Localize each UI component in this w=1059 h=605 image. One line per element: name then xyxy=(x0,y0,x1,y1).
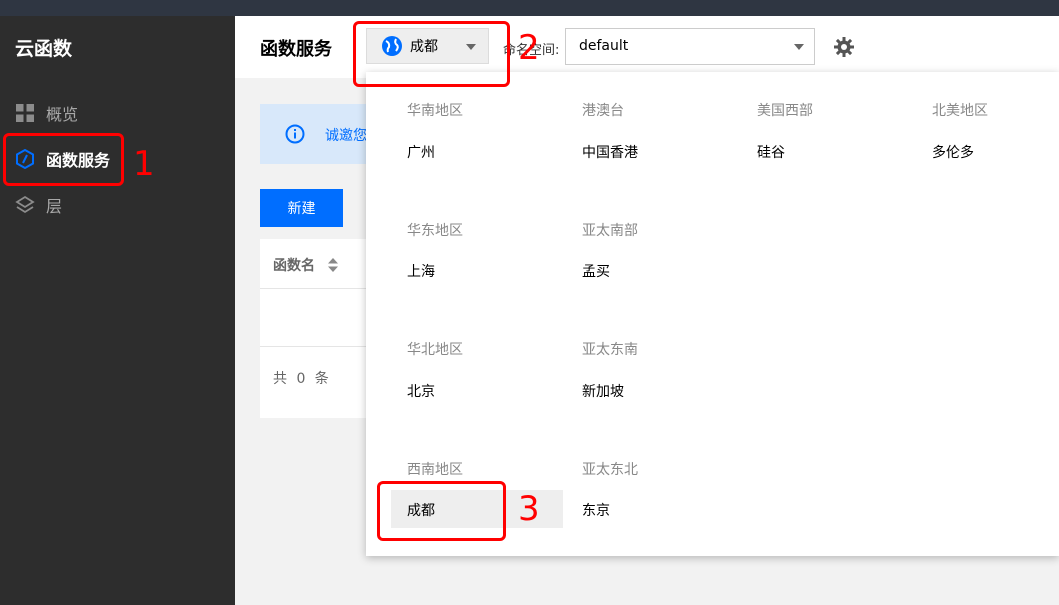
top-bar xyxy=(0,0,1059,16)
region-option-guangzhou[interactable]: 广州 xyxy=(407,142,435,162)
region-option-hongkong[interactable]: 中国香港 xyxy=(582,142,638,162)
region-group-label: 亚太东北 xyxy=(582,462,638,478)
sidebar-item-overview[interactable]: 概览 xyxy=(0,92,235,134)
app-title: 云函数 xyxy=(15,38,73,60)
sidebar: 云函数 概览 函数服务 层 xyxy=(0,16,235,605)
annotation-number-2: 2 xyxy=(518,28,540,68)
new-function-button[interactable]: 新建 xyxy=(260,189,343,227)
region-group-label: 华东地区 xyxy=(407,223,463,239)
sidebar-item-layers[interactable]: 层 xyxy=(0,184,235,226)
table-footer-count: 共 0 条 xyxy=(273,371,329,387)
region-option-silicon-valley[interactable]: 硅谷 xyxy=(757,142,785,162)
sort-icon[interactable] xyxy=(328,258,338,272)
region-group-label: 华北地区 xyxy=(407,342,463,358)
notice-banner: 诚邀您 xyxy=(260,104,370,164)
info-icon xyxy=(285,124,305,144)
namespace-select[interactable]: default xyxy=(565,28,815,65)
annotation-box-1 xyxy=(3,133,124,186)
region-group-label: 北美地区 xyxy=(932,103,988,119)
annotation-number-3: 3 xyxy=(518,489,540,529)
table-header: 函数名 xyxy=(260,239,370,289)
grid-icon xyxy=(15,103,35,123)
annotation-box-3 xyxy=(377,481,506,541)
region-option-toronto[interactable]: 多伦多 xyxy=(932,142,974,162)
notice-text: 诚邀您 xyxy=(325,128,367,144)
caret-down-icon xyxy=(794,44,804,50)
region-option-singapore[interactable]: 新加坡 xyxy=(582,381,624,401)
table-row xyxy=(260,289,370,347)
region-group-label: 华南地区 xyxy=(407,103,463,119)
page-title: 函数服务 xyxy=(260,39,332,60)
region-group-label: 港澳台 xyxy=(582,103,624,119)
region-option-shanghai[interactable]: 上海 xyxy=(407,261,435,281)
region-option-mumbai[interactable]: 孟买 xyxy=(582,261,610,281)
sidebar-item-label: 概览 xyxy=(46,105,79,124)
region-group-label: 美国西部 xyxy=(757,103,813,119)
annotation-box-2 xyxy=(353,21,510,87)
functions-table: 函数名 共 0 条 xyxy=(260,239,370,418)
sidebar-item-label: 层 xyxy=(46,197,63,216)
region-option-beijing[interactable]: 北京 xyxy=(407,381,435,401)
region-group-label: 西南地区 xyxy=(407,462,463,478)
namespace-value: default xyxy=(579,38,629,54)
region-group-label: 亚太东南 xyxy=(582,342,638,358)
region-group-label: 亚太南部 xyxy=(582,223,638,239)
gear-icon[interactable] xyxy=(833,36,855,58)
layers-icon xyxy=(15,195,35,215)
region-option-tokyo[interactable]: 东京 xyxy=(582,500,610,520)
column-header-function-name[interactable]: 函数名 xyxy=(273,255,315,275)
annotation-number-1: 1 xyxy=(133,144,155,184)
